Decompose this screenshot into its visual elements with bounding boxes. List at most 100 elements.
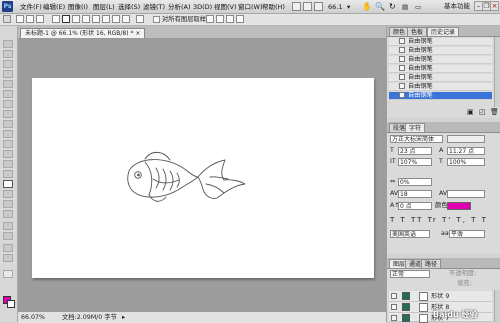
fill-pixels-icon[interactable] — [36, 15, 44, 23]
brush-tool-icon[interactable] — [3, 110, 13, 118]
history-row[interactable]: 自由钢笔 — [389, 83, 492, 91]
shape-tool-icon[interactable] — [3, 210, 13, 218]
vertical-scale-field[interactable]: 107% — [398, 158, 432, 166]
status-menu-arrow-icon[interactable]: ▸ — [122, 313, 125, 322]
add-to-shape-area-icon[interactable] — [206, 15, 214, 23]
quick-select-tool-icon[interactable] — [3, 70, 13, 78]
dodge-tool-icon[interactable] — [3, 170, 13, 178]
text-style-buttons[interactable]: T T TT Tr T' T, T T — [390, 216, 490, 225]
paths-icon[interactable] — [26, 15, 34, 23]
line-shape-icon[interactable] — [112, 15, 120, 23]
freeform-pen-icon[interactable] — [62, 15, 70, 23]
leading-field[interactable]: 11.27 点 — [447, 147, 485, 155]
mini-bridge-icon[interactable] — [303, 2, 312, 11]
new-snapshot-icon[interactable]: ◰ — [479, 108, 486, 116]
arrange-documents-icon[interactable]: ▤ — [402, 2, 408, 12]
background-color-swatch[interactable] — [7, 300, 15, 308]
layer-visibility-icon[interactable] — [391, 293, 397, 299]
font-family-select[interactable]: 方正大标宋简体 — [390, 135, 443, 143]
type-tool-icon[interactable] — [3, 190, 13, 198]
shape-layers-icon[interactable] — [16, 15, 24, 23]
trash-icon[interactable]: 🗑 — [490, 108, 499, 116]
layer-visibility-icon[interactable] — [391, 304, 397, 310]
font-style-select[interactable] — [447, 135, 485, 143]
tab-color[interactable]: 颜色 — [389, 27, 410, 36]
menu-select[interactable]: 选择(S) — [118, 2, 140, 12]
tracking-field[interactable]: 0% — [398, 178, 432, 186]
menu-analysis[interactable]: 分析(A) — [168, 2, 191, 12]
font-size-field[interactable]: 23 点 — [398, 147, 432, 155]
layer-visibility-icon[interactable] — [391, 315, 397, 321]
ellipse-shape-icon[interactable] — [92, 15, 100, 23]
document-tab[interactable]: 未标题-1 @ 66.1% (形状 16, RGB/8) * × — [20, 28, 146, 38]
blend-mode-select[interactable]: 正常 — [390, 270, 430, 278]
custom-shape-icon[interactable] — [122, 15, 130, 23]
eyedropper-tool-icon[interactable] — [3, 90, 13, 98]
pen-icon[interactable] — [52, 15, 60, 23]
tab-character[interactable]: 字符 — [405, 123, 426, 132]
bridge-icon[interactable] — [292, 2, 301, 11]
pen-tool-icon[interactable] — [3, 180, 13, 188]
zoom-tool-icon[interactable]: 🔍 — [375, 2, 385, 12]
antialias-select[interactable]: 平滑 — [449, 230, 485, 238]
kerning-field[interactable]: 18 — [398, 190, 432, 198]
history-row[interactable]: 自由钢笔 — [389, 74, 492, 82]
hand-tool-icon[interactable]: ✋ — [362, 2, 372, 12]
geometry-options-icon[interactable] — [136, 15, 144, 23]
document-size[interactable]: 文档:2.09M/0 字节 — [62, 313, 117, 322]
menu-view[interactable]: 视图(V) — [214, 2, 237, 12]
horizontal-scale-field[interactable]: 100% — [447, 158, 485, 166]
history-brush-tool-icon[interactable] — [3, 130, 13, 138]
workspace-switcher[interactable]: 基本功能 — [444, 2, 470, 11]
rounded-rectangle-icon[interactable] — [82, 15, 90, 23]
rectangle-shape-icon[interactable] — [72, 15, 80, 23]
tab-history[interactable]: 历史记录 — [427, 27, 460, 36]
rotate-view-icon[interactable]: ↻ — [389, 2, 396, 12]
close-tab-icon[interactable]: × — [135, 30, 140, 37]
history-row[interactable]: 自由钢笔 — [389, 38, 492, 46]
zoom-level-readout[interactable]: 66.1 — [328, 2, 342, 12]
default-colors-icon[interactable] — [3, 270, 13, 278]
tracking-value-field[interactable] — [447, 190, 485, 198]
menu-file[interactable]: 文件(F) — [20, 2, 42, 12]
menu-edit[interactable]: 编辑(E) — [43, 2, 65, 12]
menu-3d[interactable]: 3D(D) — [193, 2, 212, 12]
menu-layer[interactable]: 图层(L) — [93, 2, 115, 12]
layer-row[interactable]: 形状 9 — [389, 291, 492, 302]
3d-orbit-tool-icon[interactable] — [3, 232, 13, 240]
eraser-tool-icon[interactable] — [3, 140, 13, 148]
screen-mode-icon[interactable]: ▭ — [415, 2, 421, 12]
menu-help[interactable]: 帮助(H) — [262, 2, 285, 12]
close-button[interactable]: × — [490, 1, 499, 11]
baseline-shift-field[interactable]: 0 点 — [398, 202, 432, 210]
tool-preset-icon[interactable] — [3, 15, 11, 23]
zoom-tool-icon[interactable] — [3, 254, 13, 262]
subtract-shape-icon[interactable] — [216, 15, 224, 23]
tab-swatches[interactable]: 色板 — [407, 27, 428, 36]
path-selection-tool-icon[interactable] — [3, 200, 13, 208]
tab-paths[interactable]: 路径 — [421, 259, 442, 268]
crop-tool-icon[interactable] — [3, 80, 13, 88]
lasso-tool-icon[interactable] — [3, 60, 13, 68]
3d-rotate-tool-icon[interactable] — [3, 222, 13, 230]
chevron-down-icon[interactable]: ▾ — [347, 2, 350, 12]
menu-filter[interactable]: 滤镜(T) — [143, 2, 165, 12]
healing-brush-tool-icon[interactable] — [3, 100, 13, 108]
clone-stamp-tool-icon[interactable] — [3, 120, 13, 128]
document-canvas[interactable] — [32, 78, 374, 278]
move-tool-icon[interactable] — [3, 40, 13, 48]
gradient-tool-icon[interactable] — [3, 150, 13, 158]
hand-tool-icon[interactable] — [3, 244, 13, 252]
history-scrollbar[interactable] — [494, 37, 500, 107]
exclude-shape-icon[interactable] — [236, 15, 244, 23]
magnetic-checkbox[interactable] — [153, 16, 160, 23]
zoom-percent[interactable]: 66.07% — [21, 313, 45, 322]
marquee-tool-icon[interactable] — [3, 50, 13, 58]
history-row[interactable]: 自由钢笔 — [389, 47, 492, 55]
language-select[interactable]: 美国英语 — [390, 230, 430, 238]
menu-image[interactable]: 图像(I) — [68, 2, 88, 12]
view-extras-icon[interactable] — [314, 2, 323, 11]
menu-window[interactable]: 窗口(W) — [238, 2, 263, 12]
history-row[interactable]: 自由钢笔 — [389, 56, 492, 64]
polygon-shape-icon[interactable] — [102, 15, 110, 23]
